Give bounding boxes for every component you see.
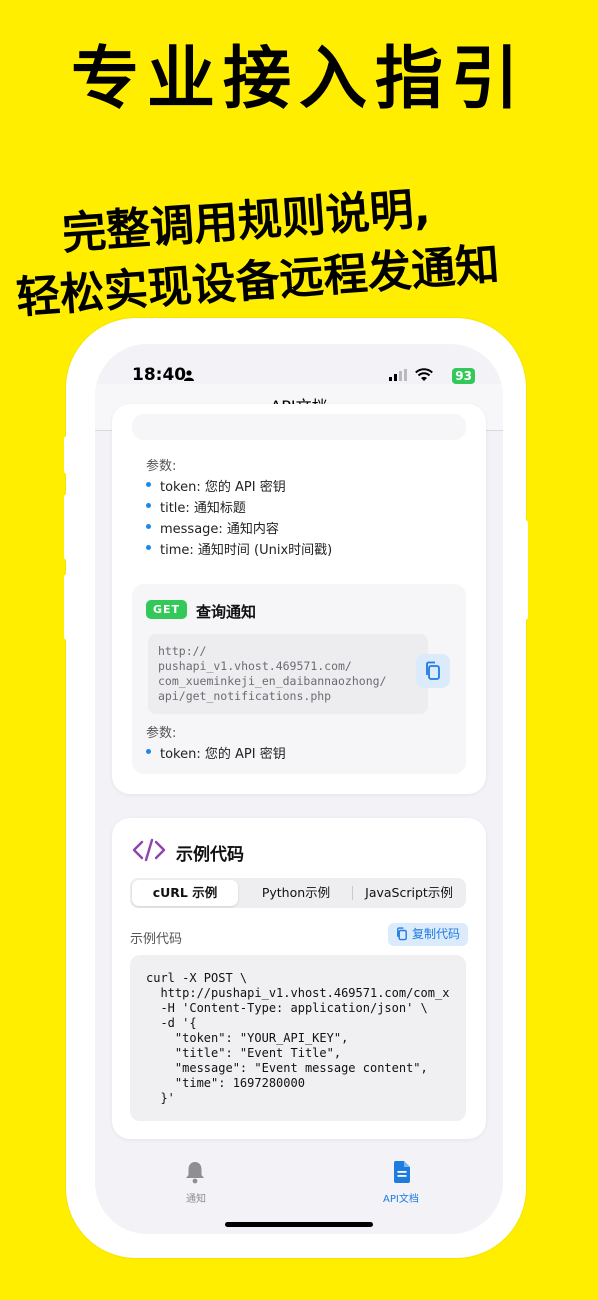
- person-icon: [184, 370, 194, 381]
- copy-code-button[interactable]: 复制代码: [387, 923, 468, 946]
- endpoint-title: 查询通知: [196, 603, 257, 621]
- phone-power-button: [520, 520, 528, 620]
- code-line: http://pushapi_v1.vhost.469571.com/com_x: [146, 986, 450, 1000]
- bell-icon: [186, 1162, 204, 1184]
- phone-silent-switch: [64, 436, 72, 474]
- copy-icon: [397, 927, 407, 941]
- code-example-card: 示例代码 cURL 示例 Python示例 JavaScript示例 示例代码 …: [112, 818, 486, 1139]
- tab-python[interactable]: Python示例: [242, 880, 350, 906]
- segment-divider: [352, 886, 353, 900]
- code-icon: [132, 838, 166, 862]
- code-line: curl -X POST \: [146, 971, 248, 985]
- method-badge: GET: [146, 600, 188, 619]
- phone-screen: 18:40 93 API文档 参数: token: 您的 API 密钥 titl…: [95, 344, 503, 1234]
- signal-icon: [389, 369, 407, 381]
- endpoint-get-notifications: GET 查询通知 http:// pushapi_v1.vhost.469571…: [132, 584, 466, 774]
- param-item: token: 您的 API 密钥: [146, 476, 286, 495]
- param-item: token: 您的 API 密钥: [146, 743, 286, 762]
- code-line: }': [146, 1091, 175, 1105]
- tab-api-docs[interactable]: API文档: [373, 1158, 433, 1205]
- url-line: api/get_notifications.php: [158, 689, 332, 703]
- code-line: -H 'Content-Type: application/json' \: [146, 1001, 428, 1015]
- endpoint-remnant: [132, 414, 466, 440]
- tab-notifications[interactable]: 通知: [165, 1158, 225, 1205]
- url-line: http://: [158, 644, 207, 658]
- url-line: pushapi_v1.vhost.469571.com/: [158, 659, 352, 673]
- tab-label-notifications: 通知: [186, 1194, 206, 1205]
- home-indicator: [225, 1222, 373, 1227]
- promo-headline: 专业接入指引: [70, 40, 527, 119]
- phone-volume-down: [64, 574, 72, 640]
- battery-indicator: 93: [452, 368, 475, 384]
- tab-javascript[interactable]: JavaScript示例: [354, 880, 464, 906]
- param-item: time: 通知时间 (Unix时间戳): [146, 539, 332, 558]
- phone-volume-up: [64, 494, 72, 560]
- status-time: 18:40: [132, 365, 187, 385]
- endpoint-url: http:// pushapi_v1.vhost.469571.com/ com…: [148, 634, 428, 714]
- code-block[interactable]: curl -X POST \ http://pushapi_v1.vhost.4…: [130, 955, 466, 1121]
- wifi-icon: [415, 368, 433, 381]
- code-line: "message": "Event message content",: [146, 1061, 428, 1075]
- copy-url-button[interactable]: [416, 654, 450, 688]
- params-label: 参数:: [146, 459, 177, 474]
- document-icon: [393, 1161, 410, 1183]
- tab-label-api-docs: API文档: [383, 1194, 419, 1205]
- code-line: -d '{: [146, 1016, 197, 1030]
- param-item: title: 通知标题: [146, 497, 246, 516]
- code-section-title: 示例代码: [176, 845, 244, 865]
- params-label: 参数:: [146, 726, 177, 741]
- param-item: message: 通知内容: [146, 518, 279, 537]
- copy-code-label: 复制代码: [411, 927, 460, 941]
- code-line: "title": "Event Title",: [146, 1046, 342, 1060]
- language-segmented-control: cURL 示例 Python示例 JavaScript示例: [130, 878, 466, 908]
- copy-icon: [426, 661, 440, 680]
- tab-curl[interactable]: cURL 示例: [132, 880, 238, 906]
- url-line: com_xueminkeji_en_daibannaozhong/: [158, 674, 387, 688]
- status-bar: 18:40 93: [95, 354, 503, 385]
- api-endpoints-card: 参数: token: 您的 API 密钥 title: 通知标题 message…: [112, 404, 486, 794]
- tab-bar: 通知 API文档: [95, 1144, 503, 1234]
- code-caption: 示例代码: [130, 932, 183, 947]
- code-line: "time": 1697280000: [146, 1076, 305, 1090]
- code-line: "token": "YOUR_API_KEY",: [146, 1031, 349, 1045]
